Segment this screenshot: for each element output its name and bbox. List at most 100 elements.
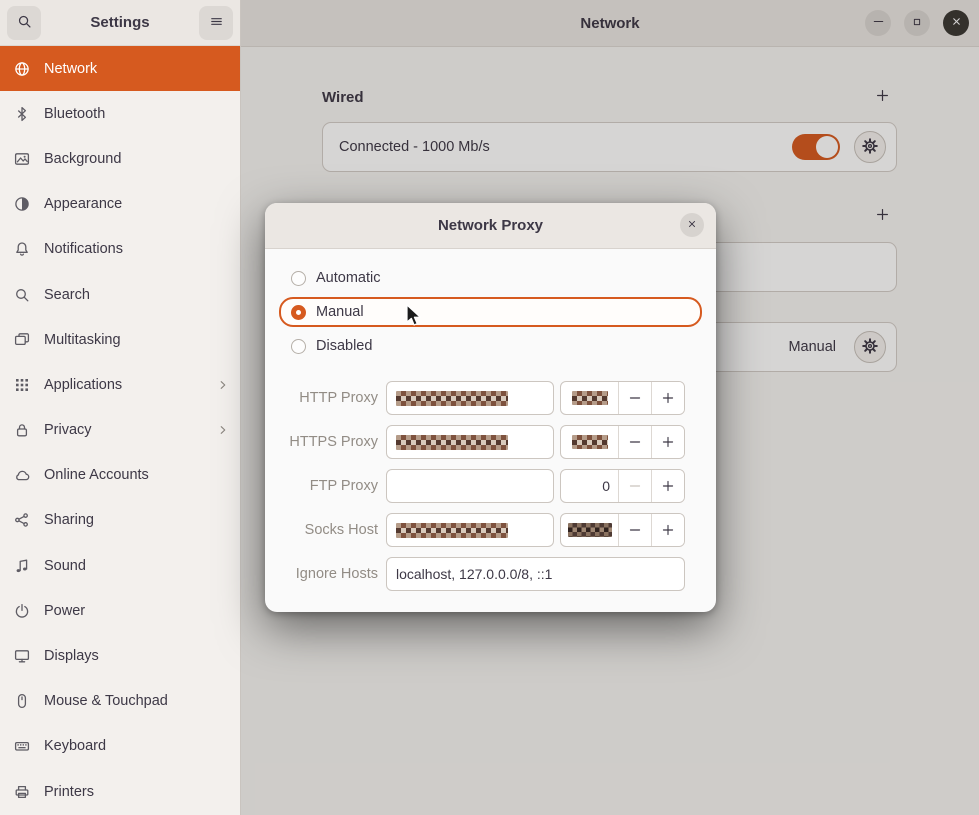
sidebar-nav: Network Bluetooth Background Appearance Noti… bbox=[0, 46, 240, 815]
bell-icon bbox=[14, 241, 31, 258]
dialog-title: Network Proxy bbox=[438, 217, 543, 234]
sidebar-item-search[interactable]: Search bbox=[0, 272, 240, 317]
sidebar-item-label: Applications bbox=[44, 377, 122, 393]
keyboard-icon bbox=[14, 738, 31, 755]
http-proxy-port-spinner[interactable] bbox=[560, 381, 685, 415]
proxy-option-disabled[interactable]: Disabled bbox=[279, 331, 702, 361]
sidebar-item-label: Mouse & Touchpad bbox=[44, 693, 168, 709]
sidebar-item-multitasking[interactable]: Multitasking bbox=[0, 317, 240, 362]
dialog-close-button[interactable] bbox=[680, 213, 704, 237]
sidebar-item-bluetooth[interactable]: Bluetooth bbox=[0, 91, 240, 136]
globe-icon bbox=[14, 60, 31, 77]
main-menu-button[interactable] bbox=[199, 6, 233, 40]
port-value bbox=[561, 514, 618, 546]
ignore-hosts-input[interactable]: localhost, 127.0.0.0/8, ::1 bbox=[386, 557, 685, 591]
sidebar-item-label: Displays bbox=[44, 648, 99, 664]
sidebar-item-notifications[interactable]: Notifications bbox=[0, 227, 240, 272]
lock-icon bbox=[14, 422, 31, 439]
port-value bbox=[561, 426, 618, 458]
sidebar-item-privacy[interactable]: Privacy bbox=[0, 408, 240, 453]
sidebar-item-label: Notifications bbox=[44, 241, 123, 257]
proxy-option-automatic[interactable]: Automatic bbox=[279, 263, 702, 293]
sidebar-item-printers[interactable]: Printers bbox=[0, 769, 240, 814]
sidebar-item-label: Multitasking bbox=[44, 332, 121, 348]
proxy-option-label: Disabled bbox=[316, 338, 372, 354]
socks-host-port-spinner[interactable] bbox=[560, 513, 685, 547]
sidebar-item-label: Appearance bbox=[44, 196, 122, 212]
sidebar-item-appearance[interactable]: Appearance bbox=[0, 182, 240, 227]
sidebar-item-label: Keyboard bbox=[44, 738, 106, 754]
ftp-proxy-input[interactable] bbox=[386, 469, 554, 503]
sidebar-item-label: Printers bbox=[44, 784, 94, 800]
apps-icon bbox=[14, 376, 31, 393]
sidebar-item-label: Background bbox=[44, 151, 121, 167]
port-decrement-button[interactable] bbox=[618, 514, 651, 546]
port-increment-button[interactable] bbox=[651, 426, 684, 458]
multitasking-icon bbox=[14, 331, 31, 348]
search-icon bbox=[14, 286, 31, 303]
sidebar-item-displays[interactable]: Displays bbox=[0, 633, 240, 678]
dialog-headerbar: Network Proxy bbox=[265, 203, 716, 249]
radio-icon bbox=[291, 305, 306, 320]
sidebar-item-label: Sharing bbox=[44, 512, 94, 528]
proxy-option-label: Automatic bbox=[316, 270, 380, 286]
hamburger-menu-icon bbox=[209, 14, 224, 32]
sidebar-item-label: Power bbox=[44, 603, 85, 619]
redacted-port-value bbox=[572, 435, 608, 449]
https-proxy-port-spinner[interactable] bbox=[560, 425, 685, 459]
sidebar-headerbar: Settings bbox=[0, 0, 240, 46]
ftp-proxy-row: FTP Proxy 0 bbox=[265, 469, 716, 503]
chevron-right-icon bbox=[216, 423, 230, 437]
port-value bbox=[561, 382, 618, 414]
proxy-option-manual[interactable]: Manual bbox=[279, 297, 702, 327]
port-increment-button[interactable] bbox=[651, 470, 684, 502]
sidebar-item-label: Network bbox=[44, 61, 97, 77]
settings-window: Settings Network Bluetooth Background Appea… bbox=[0, 0, 979, 815]
proxy-option-label: Manual bbox=[316, 304, 364, 320]
ftp-proxy-port-spinner[interactable]: 0 bbox=[560, 469, 685, 503]
port-value: 0 bbox=[561, 470, 618, 502]
http-proxy-row: HTTP Proxy bbox=[265, 381, 716, 415]
share-icon bbox=[14, 512, 31, 529]
printer-icon bbox=[14, 783, 31, 800]
port-decrement-button[interactable] bbox=[618, 426, 651, 458]
redacted-port-value bbox=[568, 523, 612, 537]
sidebar-item-sound[interactable]: Sound bbox=[0, 543, 240, 588]
sidebar: Settings Network Bluetooth Background Appea… bbox=[0, 0, 241, 815]
appearance-icon bbox=[14, 196, 31, 213]
sidebar-item-power[interactable]: Power bbox=[0, 588, 240, 633]
port-decrement-button[interactable] bbox=[618, 382, 651, 414]
power-icon bbox=[14, 602, 31, 619]
socks-host-input[interactable] bbox=[386, 513, 554, 547]
proxy-mode-options: Automatic Manual Disabled bbox=[279, 263, 702, 361]
radio-icon bbox=[291, 339, 306, 354]
redacted-port-value bbox=[572, 391, 608, 405]
ftp-proxy-label: FTP Proxy bbox=[265, 478, 380, 494]
sidebar-item-sharing[interactable]: Sharing bbox=[0, 498, 240, 543]
port-decrement-button[interactable] bbox=[618, 470, 651, 502]
sidebar-item-applications[interactable]: Applications bbox=[0, 362, 240, 407]
socks-host-label: Socks Host bbox=[265, 522, 380, 538]
ignore-hosts-label: Ignore Hosts bbox=[265, 566, 380, 582]
search-icon bbox=[17, 14, 32, 32]
sidebar-item-background[interactable]: Background bbox=[0, 136, 240, 181]
http-proxy-input[interactable] bbox=[386, 381, 554, 415]
proxy-form: HTTP ProxyHTTPS ProxyFTP Proxy0Socks Hos… bbox=[265, 381, 716, 591]
sidebar-item-mouse-touchpad[interactable]: Mouse & Touchpad bbox=[0, 679, 240, 724]
port-increment-button[interactable] bbox=[651, 382, 684, 414]
display-icon bbox=[14, 648, 31, 665]
socks-host-row: Socks Host bbox=[265, 513, 716, 547]
sidebar-item-keyboard[interactable]: Keyboard bbox=[0, 724, 240, 769]
app-title: Settings bbox=[47, 14, 193, 31]
sidebar-item-online-accounts[interactable]: Online Accounts bbox=[0, 453, 240, 498]
mouse-icon bbox=[14, 693, 31, 710]
search-button[interactable] bbox=[7, 6, 41, 40]
redacted-host-value bbox=[396, 523, 508, 538]
cloud-icon bbox=[14, 467, 31, 484]
http-proxy-label: HTTP Proxy bbox=[265, 390, 380, 406]
https-proxy-input[interactable] bbox=[386, 425, 554, 459]
port-increment-button[interactable] bbox=[651, 514, 684, 546]
sidebar-item-network[interactable]: Network bbox=[0, 46, 240, 91]
background-icon bbox=[14, 150, 31, 167]
close-icon bbox=[686, 218, 698, 233]
